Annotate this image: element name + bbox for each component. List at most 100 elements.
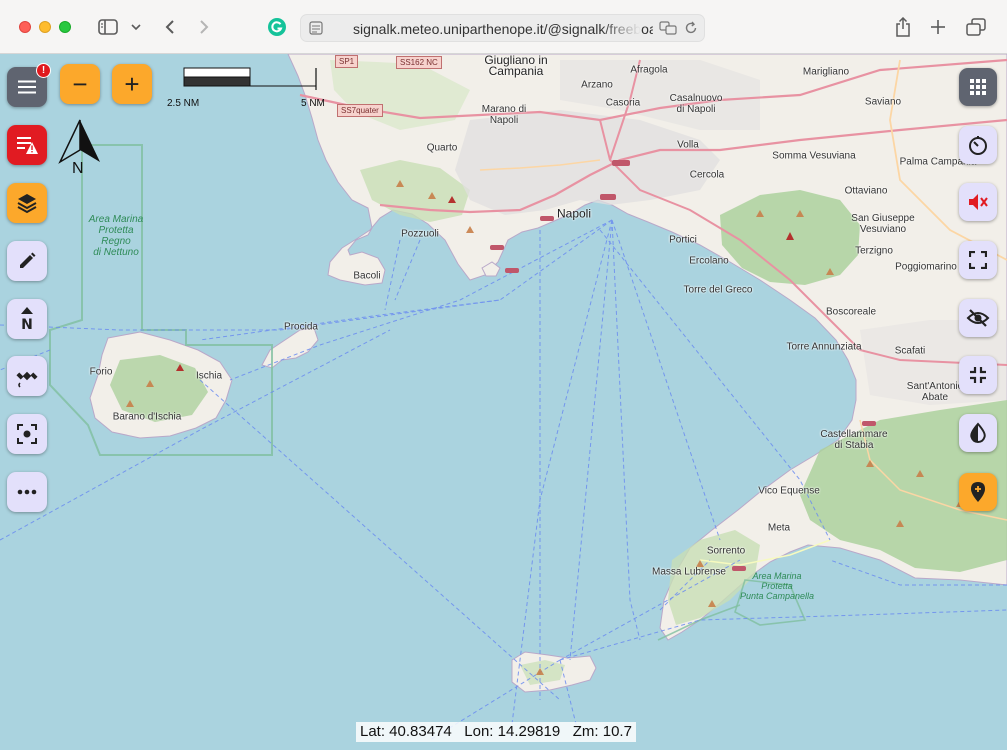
label-castellammare: Castellammare di Stabia [820,429,888,451]
more-button[interactable] [7,472,47,512]
label-casalnuovo: Casalnuovo di Napoli [669,93,723,115]
label-ottaviano: Ottaviano [844,185,888,197]
add-location-icon [971,482,985,502]
new-tab-icon[interactable] [928,14,948,40]
label-bacoli: Bacoli [353,270,381,282]
label-saviano: Saviano [864,96,902,108]
label-marano: Marano di Napoli [481,104,527,126]
layers-icon [17,194,37,214]
longitude-value: Lon: 14.29819 [464,723,561,740]
label-somma: Somma Vesuviana [772,150,856,162]
label-massa-lubrense: Massa Lubrense [652,566,726,578]
draw-button[interactable] [7,241,47,281]
apps-button[interactable] [959,68,997,106]
reader-view-icon[interactable] [309,21,323,40]
layers-button[interactable] [7,183,47,223]
focus-button[interactable] [7,414,47,454]
alarm-list-icon [17,137,38,154]
label-forio: Forio [89,366,113,378]
label-boscoreale: Boscoreale [825,306,877,318]
maximize-window-button[interactable] [59,21,71,33]
pencil-icon [20,252,36,268]
north-up-button[interactable]: N [7,299,47,339]
fullscreen-icon [969,251,987,269]
contrast-drop-icon [970,422,986,444]
more-dots-icon [17,489,37,495]
visibility-off-icon [966,309,990,327]
label-ischia: Ischia [195,370,223,382]
label-cercola: Cercola [689,169,725,181]
label-casoria: Casoria [605,97,641,109]
label-quarto: Quarto [426,142,458,154]
label-ercolano: Ercolano [689,255,729,267]
north-label: N [72,160,84,177]
label-sant-antonio-abate: Sant'Antonio Abate [906,381,964,403]
add-waypoint-button[interactable] [959,473,997,511]
label-amp-punta-campanella: Area Marina Protetta Punta Campanella [739,571,815,601]
map-basemap [0,54,1007,750]
zoom-value: Zm: 10.7 [572,723,632,740]
label-barano-ischia: Barano d'Ischia [112,411,182,423]
alarms-button[interactable] [7,125,47,165]
label-marigliano: Marigliano [802,66,850,78]
hamburger-icon [18,80,36,94]
scale-right-label: 5 NM [301,98,325,109]
mute-button[interactable] [959,183,997,221]
label-poggiomarino: Poggiomarino [895,261,957,273]
label-procida: Procida [284,321,318,333]
label-afragola: Afragola [630,64,668,76]
road-shield-ss7quater: SS7quater [337,104,383,117]
label-portici: Portici [669,234,697,246]
center-focus-icon [17,424,37,444]
grid-icon [970,79,986,95]
label-napoli: Napoli [556,206,592,221]
grammarly-extension-icon[interactable] [266,14,288,40]
back-icon[interactable] [160,14,180,40]
forward-icon[interactable] [194,14,214,40]
hide-button[interactable] [959,299,997,337]
sidebar-toggle-icon[interactable] [96,14,120,40]
label-scafati: Scafati [894,345,926,357]
scale-left-label: 2.5 NM [167,98,200,109]
timer-button[interactable] [959,126,997,164]
label-torre-annunziata: Torre Annunziata [786,341,862,353]
north-up-icon: N [21,307,33,332]
night-mode-button[interactable] [959,414,997,452]
collapse-button[interactable] [959,356,997,394]
label-sorrento: Sorrento [706,545,746,557]
label-vico-equense: Vico Equense [758,485,820,497]
notification-badge: ! [36,63,51,78]
minimize-window-button[interactable] [39,21,51,33]
zoom-in-button[interactable]: + [112,64,152,104]
zoom-out-button[interactable]: − [60,64,100,104]
satellite-icon [16,371,38,388]
label-torre-del-greco: Torre del Greco [683,284,753,296]
latitude-value: Lat: 40.83474 [360,723,452,740]
svg-text:N: N [21,317,33,332]
label-arzano: Arzano [581,79,613,91]
label-giugliano: Giugliano in Campania [484,54,548,78]
timer-icon [969,136,987,155]
chevron-down-icon[interactable] [128,14,144,40]
reload-icon[interactable] [684,21,698,40]
fullscreen-exit-icon [970,367,986,383]
label-meta: Meta [767,522,791,534]
road-shield-ss162nc: SS162 NC [396,56,442,69]
browser-toolbar: signalk.meteo.uniparthenope.it/@signalk/… [0,0,1007,54]
label-san-giuseppe: San Giuseppe Vesuviano [851,213,915,235]
fullscreen-button[interactable] [959,241,997,279]
vessel-center-button[interactable] [7,356,47,396]
volume-off-icon [969,194,988,210]
label-terzigno: Terzigno [855,245,893,257]
address-bar[interactable]: signalk.meteo.uniparthenope.it/@signalk/… [300,14,705,42]
close-window-button[interactable] [19,21,31,33]
tab-overview-icon[interactable] [965,14,987,40]
map-canvas[interactable]: Giugliano in Campania Afragola Mariglian… [0,54,1007,750]
label-pozzuoli: Pozzuoli [401,228,439,240]
label-amp-regno-di-nettuno: Area Marina Protetta Regno di Nettuno [88,214,144,258]
label-volla: Volla [677,139,699,151]
road-shield-sp1: SP1 [335,55,359,68]
coordinates-readout: Lat: 40.83474 Lon: 14.29819 Zm: 10.7 [356,722,636,742]
share-icon[interactable] [892,14,914,40]
translate-icon[interactable] [659,21,677,40]
